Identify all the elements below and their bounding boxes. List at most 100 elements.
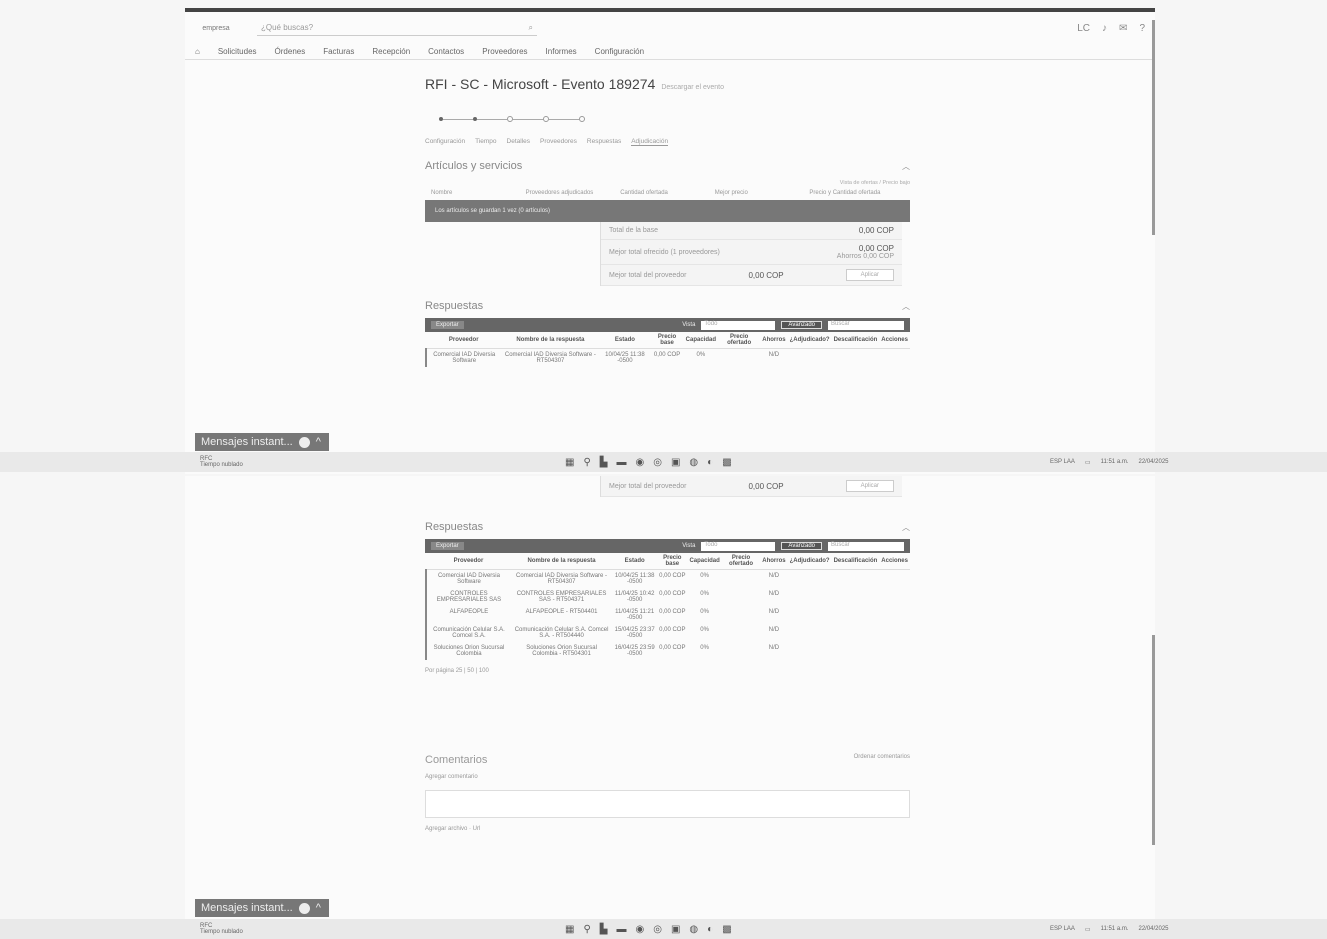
- comentarios-header[interactable]: Comentarios Ordenar comentarios: [425, 754, 910, 766]
- help-icon[interactable]: ?: [1139, 23, 1145, 34]
- col-capacidad[interactable]: Capacidad: [683, 332, 719, 349]
- mail-icon[interactable]: ▣: [671, 924, 680, 935]
- respuestas-header[interactable]: Respuestas ︿: [425, 300, 910, 312]
- table-row[interactable]: Comercial IAD Diversia Software Comercia…: [424, 348, 910, 368]
- files-icon[interactable]: ▙: [600, 457, 608, 468]
- search-icon[interactable]: ⌕: [529, 23, 533, 33]
- scrollbar-bottom[interactable]: [1152, 635, 1155, 845]
- cell-acciones[interactable]: [879, 570, 910, 589]
- instant-messages-widget[interactable]: Mensajes instant... ^: [195, 899, 329, 917]
- apply-button[interactable]: Aplicar: [845, 480, 894, 492]
- store-icon[interactable]: ▩: [722, 924, 731, 935]
- cell-nombre[interactable]: Comercial IAD Diversia Software - RT5043…: [511, 570, 612, 589]
- cell-proveedor[interactable]: ALFAPEOPLE: [425, 606, 511, 624]
- view-select[interactable]: Todo: [701, 320, 776, 330]
- export-button[interactable]: Exportar: [431, 321, 464, 329]
- apply-button[interactable]: Aplicar: [845, 269, 894, 281]
- col-proveedor[interactable]: Proveedor: [426, 553, 511, 570]
- cell-acciones[interactable]: [879, 349, 910, 368]
- scrollbar-top[interactable]: [1152, 20, 1155, 235]
- cell-acciones[interactable]: [879, 606, 910, 624]
- cell-proveedor[interactable]: Soluciones Orion Sucursal Colombia: [425, 642, 511, 660]
- respuestas-search-input[interactable]: Buscar: [828, 541, 904, 551]
- tab-detalles[interactable]: Detalles: [507, 138, 530, 146]
- network-icon[interactable]: ▭: [1085, 926, 1091, 933]
- col-precio-base[interactable]: Precio base: [657, 553, 688, 570]
- col-estado[interactable]: Estado: [599, 332, 651, 349]
- chrome-icon[interactable]: ◉: [635, 457, 644, 468]
- search-icon[interactable]: ⚲: [583, 924, 590, 935]
- cell-proveedor[interactable]: Comercial IAD Diversia Software: [424, 348, 502, 367]
- col-ahorros[interactable]: Ahorros: [760, 553, 788, 570]
- respuestas-header[interactable]: Respuestas ︿: [425, 521, 910, 533]
- col-precio-ofertado[interactable]: Precio ofertado: [718, 332, 761, 349]
- search-input[interactable]: ¿Qué buscas? ⌕: [257, 20, 537, 36]
- col-adjudicado[interactable]: ¿Adjudicado?: [787, 553, 832, 570]
- respuestas-search-input[interactable]: Buscar: [828, 320, 904, 330]
- cell-nombre[interactable]: ALFAPEOPLE - RT504401: [511, 606, 612, 624]
- clock-date[interactable]: 22/04/2025: [1138, 459, 1168, 466]
- nav-proveedores[interactable]: Proveedores: [482, 47, 527, 56]
- cell-acciones[interactable]: [879, 624, 910, 642]
- col-ahorros[interactable]: Ahorros: [760, 332, 788, 349]
- attach-link[interactable]: Agregar archivo · Url: [425, 826, 910, 832]
- cell-acciones[interactable]: [879, 642, 910, 660]
- cell-nombre[interactable]: Comercial IAD Diversia Software - RT5043…: [501, 349, 599, 368]
- views-links[interactable]: Vista de ofertas / Precio bajo: [425, 180, 910, 186]
- comment-textarea[interactable]: [425, 790, 910, 818]
- clock-date[interactable]: 22/04/2025: [1138, 926, 1168, 933]
- ordenar-comentarios-select[interactable]: Ordenar comentarios: [854, 754, 910, 766]
- col-descalificacion[interactable]: Descalificación: [831, 553, 880, 570]
- view-select[interactable]: Todo: [701, 541, 776, 551]
- cell-acciones[interactable]: [879, 588, 910, 606]
- cell-nombre[interactable]: CONTROLES EMPRESARIALES SAS - RT504371: [511, 588, 612, 606]
- language-indicator[interactable]: ESP LAA: [1050, 459, 1075, 466]
- tab-configuracion[interactable]: Configuración: [425, 138, 465, 146]
- app-icon[interactable]: ◎: [653, 457, 662, 468]
- folder-icon[interactable]: ▬: [616, 457, 626, 468]
- chrome-icon[interactable]: ◉: [635, 924, 644, 935]
- app-icon[interactable]: ◎: [653, 924, 662, 935]
- start-icon[interactable]: ▦: [565, 924, 574, 935]
- tab-respuestas[interactable]: Respuestas: [587, 138, 621, 146]
- cell-nombre[interactable]: Comunicación Celular S.A. Comcel S.A. - …: [511, 624, 612, 642]
- nav-recepcion[interactable]: Recepción: [372, 47, 410, 56]
- home-icon[interactable]: ⌂: [195, 47, 200, 56]
- cell-proveedor[interactable]: CONTROLES EMPRESARIALES SAS: [425, 588, 511, 606]
- col-descalificacion[interactable]: Descalificación: [831, 332, 880, 349]
- mail-icon[interactable]: ▣: [671, 457, 680, 468]
- nav-solicitudes[interactable]: Solicitudes: [218, 47, 257, 56]
- nav-ordenes[interactable]: Órdenes: [275, 47, 306, 56]
- col-acciones[interactable]: Acciones: [879, 553, 910, 570]
- folder-icon[interactable]: ▬: [616, 924, 626, 935]
- articulos-header[interactable]: Artículos y servicios ︿: [425, 160, 910, 172]
- cell-nombre[interactable]: Soluciones Orion Sucursal Colombia - RT5…: [511, 642, 612, 660]
- table-row[interactable]: Comercial IAD Diversia Software Comercial…: [425, 569, 910, 589]
- col-nombre-respuesta[interactable]: Nombre de la respuesta: [501, 332, 600, 349]
- tab-adjudicacion[interactable]: Adjudicación: [631, 138, 669, 146]
- export-button[interactable]: Exportar: [431, 542, 464, 550]
- clock-time[interactable]: 11:51 a.m.: [1101, 459, 1129, 466]
- col-acciones[interactable]: Acciones: [879, 332, 910, 349]
- nav-informes[interactable]: Informes: [546, 47, 577, 56]
- edge-icon[interactable]: ◐: [707, 924, 713, 935]
- table-row[interactable]: Comunicación Celular S.A. Comcel S.A. Com…: [425, 624, 910, 642]
- nav-facturas[interactable]: Facturas: [323, 47, 354, 56]
- notifications-icon[interactable]: ♪: [1102, 23, 1107, 34]
- pager[interactable]: Por página 25 | 50 | 100: [425, 668, 910, 674]
- clock-time[interactable]: 11:51 a.m.: [1101, 926, 1129, 933]
- col-capacidad[interactable]: Capacidad: [687, 553, 722, 570]
- edge-icon[interactable]: ◐: [707, 457, 713, 468]
- chevron-up-icon[interactable]: ︿: [902, 301, 910, 312]
- chevron-up-icon[interactable]: ︿: [902, 522, 910, 533]
- network-icon[interactable]: ▭: [1085, 459, 1091, 466]
- chevron-up-icon[interactable]: ︿: [902, 161, 910, 172]
- nav-configuracion[interactable]: Configuración: [595, 47, 644, 56]
- user-avatar[interactable]: LC: [1077, 23, 1090, 34]
- tab-tiempo[interactable]: Tiempo: [475, 138, 496, 146]
- tab-proveedores[interactable]: Proveedores: [540, 138, 577, 146]
- language-indicator[interactable]: ESP LAA: [1050, 926, 1075, 933]
- files-icon[interactable]: ▙: [600, 924, 608, 935]
- store-icon[interactable]: ▩: [722, 457, 731, 468]
- table-row[interactable]: Soluciones Orion Sucursal Colombia Soluci…: [425, 642, 910, 660]
